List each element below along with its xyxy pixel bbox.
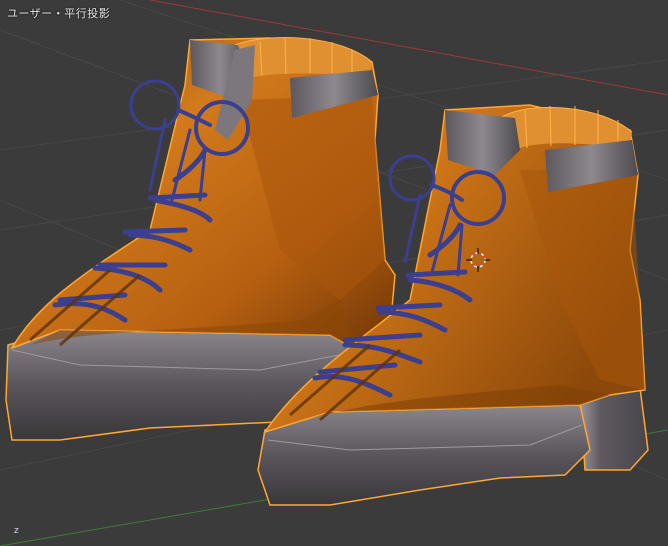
view-mode-label: ユーザー・平行投影 [7,7,111,20]
3d-viewport[interactable]: ユーザー・平行投影 z [0,0,668,546]
right-boot-sole [257,404,591,506]
viewport-scene[interactable] [0,0,668,546]
left-boot-collar [235,37,372,78]
3d-cursor-icon[interactable] [466,248,490,272]
axis-gizmo: z [10,522,30,542]
axis-z-label: z [14,526,19,536]
